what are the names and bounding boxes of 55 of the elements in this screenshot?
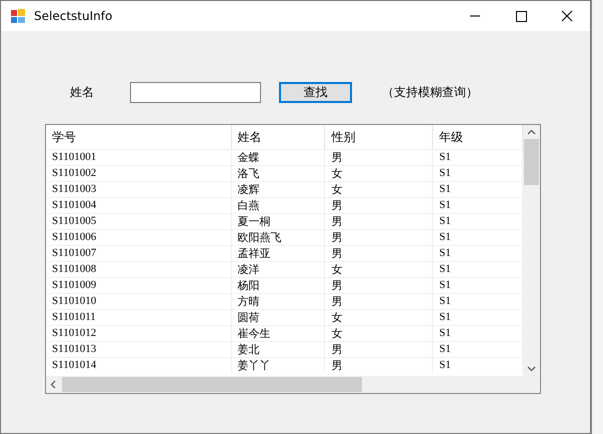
column-header[interactable]: 姓名: [232, 125, 326, 149]
table-cell: 男: [325, 198, 434, 213]
table-cell: S1101004: [46, 198, 232, 213]
table-cell: 女: [325, 326, 434, 341]
app-icon: [10, 8, 26, 24]
table-cell: 欧阳燕飞: [232, 230, 326, 245]
table-cell: S1101003: [46, 182, 232, 197]
table-cell: S1101002: [46, 166, 232, 181]
table-cell: S1101009: [46, 278, 232, 293]
column-header[interactable]: 性别: [325, 125, 434, 149]
table-cell: 男: [325, 214, 434, 229]
table-cell: 男: [325, 230, 434, 245]
horizontal-scrollbar[interactable]: [46, 376, 540, 393]
scroll-thumb[interactable]: [524, 139, 539, 185]
table-cell: 方晴: [232, 294, 326, 309]
table-cell: 凌辉: [232, 182, 326, 197]
name-input-field[interactable]: [130, 82, 261, 103]
table-cell: 男: [325, 150, 434, 165]
table-cell: S1101007: [46, 246, 232, 261]
table-cell: 白燕: [232, 198, 326, 213]
table-cell: 崔今生: [232, 326, 326, 341]
column-header[interactable]: 学号: [46, 125, 232, 149]
search-button[interactable]: 查找: [279, 82, 352, 103]
table-cell: 女: [325, 310, 434, 325]
table-cell: 女: [325, 182, 434, 197]
table-cell: 男: [325, 246, 434, 261]
table-cell: S1101011: [46, 310, 232, 325]
table-cell: S1101010: [46, 294, 232, 309]
hint-text: （支持模糊查询）: [382, 84, 478, 101]
table-cell: 洛飞: [232, 166, 326, 181]
table-cell: 男: [325, 358, 434, 373]
window-title: SelectstuInfo: [34, 9, 112, 23]
table-cell: 金蝶: [232, 150, 326, 165]
table-cell: 男: [325, 294, 434, 309]
table-cell: 夏一桐: [232, 214, 326, 229]
table-cell: 女: [325, 166, 434, 181]
table-cell: 男: [325, 278, 434, 293]
vertical-scrollbar[interactable]: [523, 125, 540, 376]
table-cell: S1101001: [46, 150, 232, 165]
table-cell: S1101014: [46, 358, 232, 373]
table-cell: S1101013: [46, 342, 232, 357]
table-cell: 凌洋: [232, 262, 326, 277]
scroll-thumb[interactable]: [62, 377, 362, 392]
table-cell: 姜丫丫: [232, 358, 326, 373]
table-cell: S1101006: [46, 230, 232, 245]
table-cell: 杨阳: [232, 278, 326, 293]
name-label: 姓名: [70, 84, 95, 101]
table-cell: S1101012: [46, 326, 232, 341]
table-cell: 男: [325, 342, 434, 357]
table-cell: 孟祥亚: [232, 246, 326, 261]
table-cell: S1101005: [46, 214, 232, 229]
table-cell: 女: [325, 262, 434, 277]
table-cell: S1101008: [46, 262, 232, 277]
table-cell: 圆荷: [232, 310, 326, 325]
table-cell: 姜北: [232, 342, 326, 357]
